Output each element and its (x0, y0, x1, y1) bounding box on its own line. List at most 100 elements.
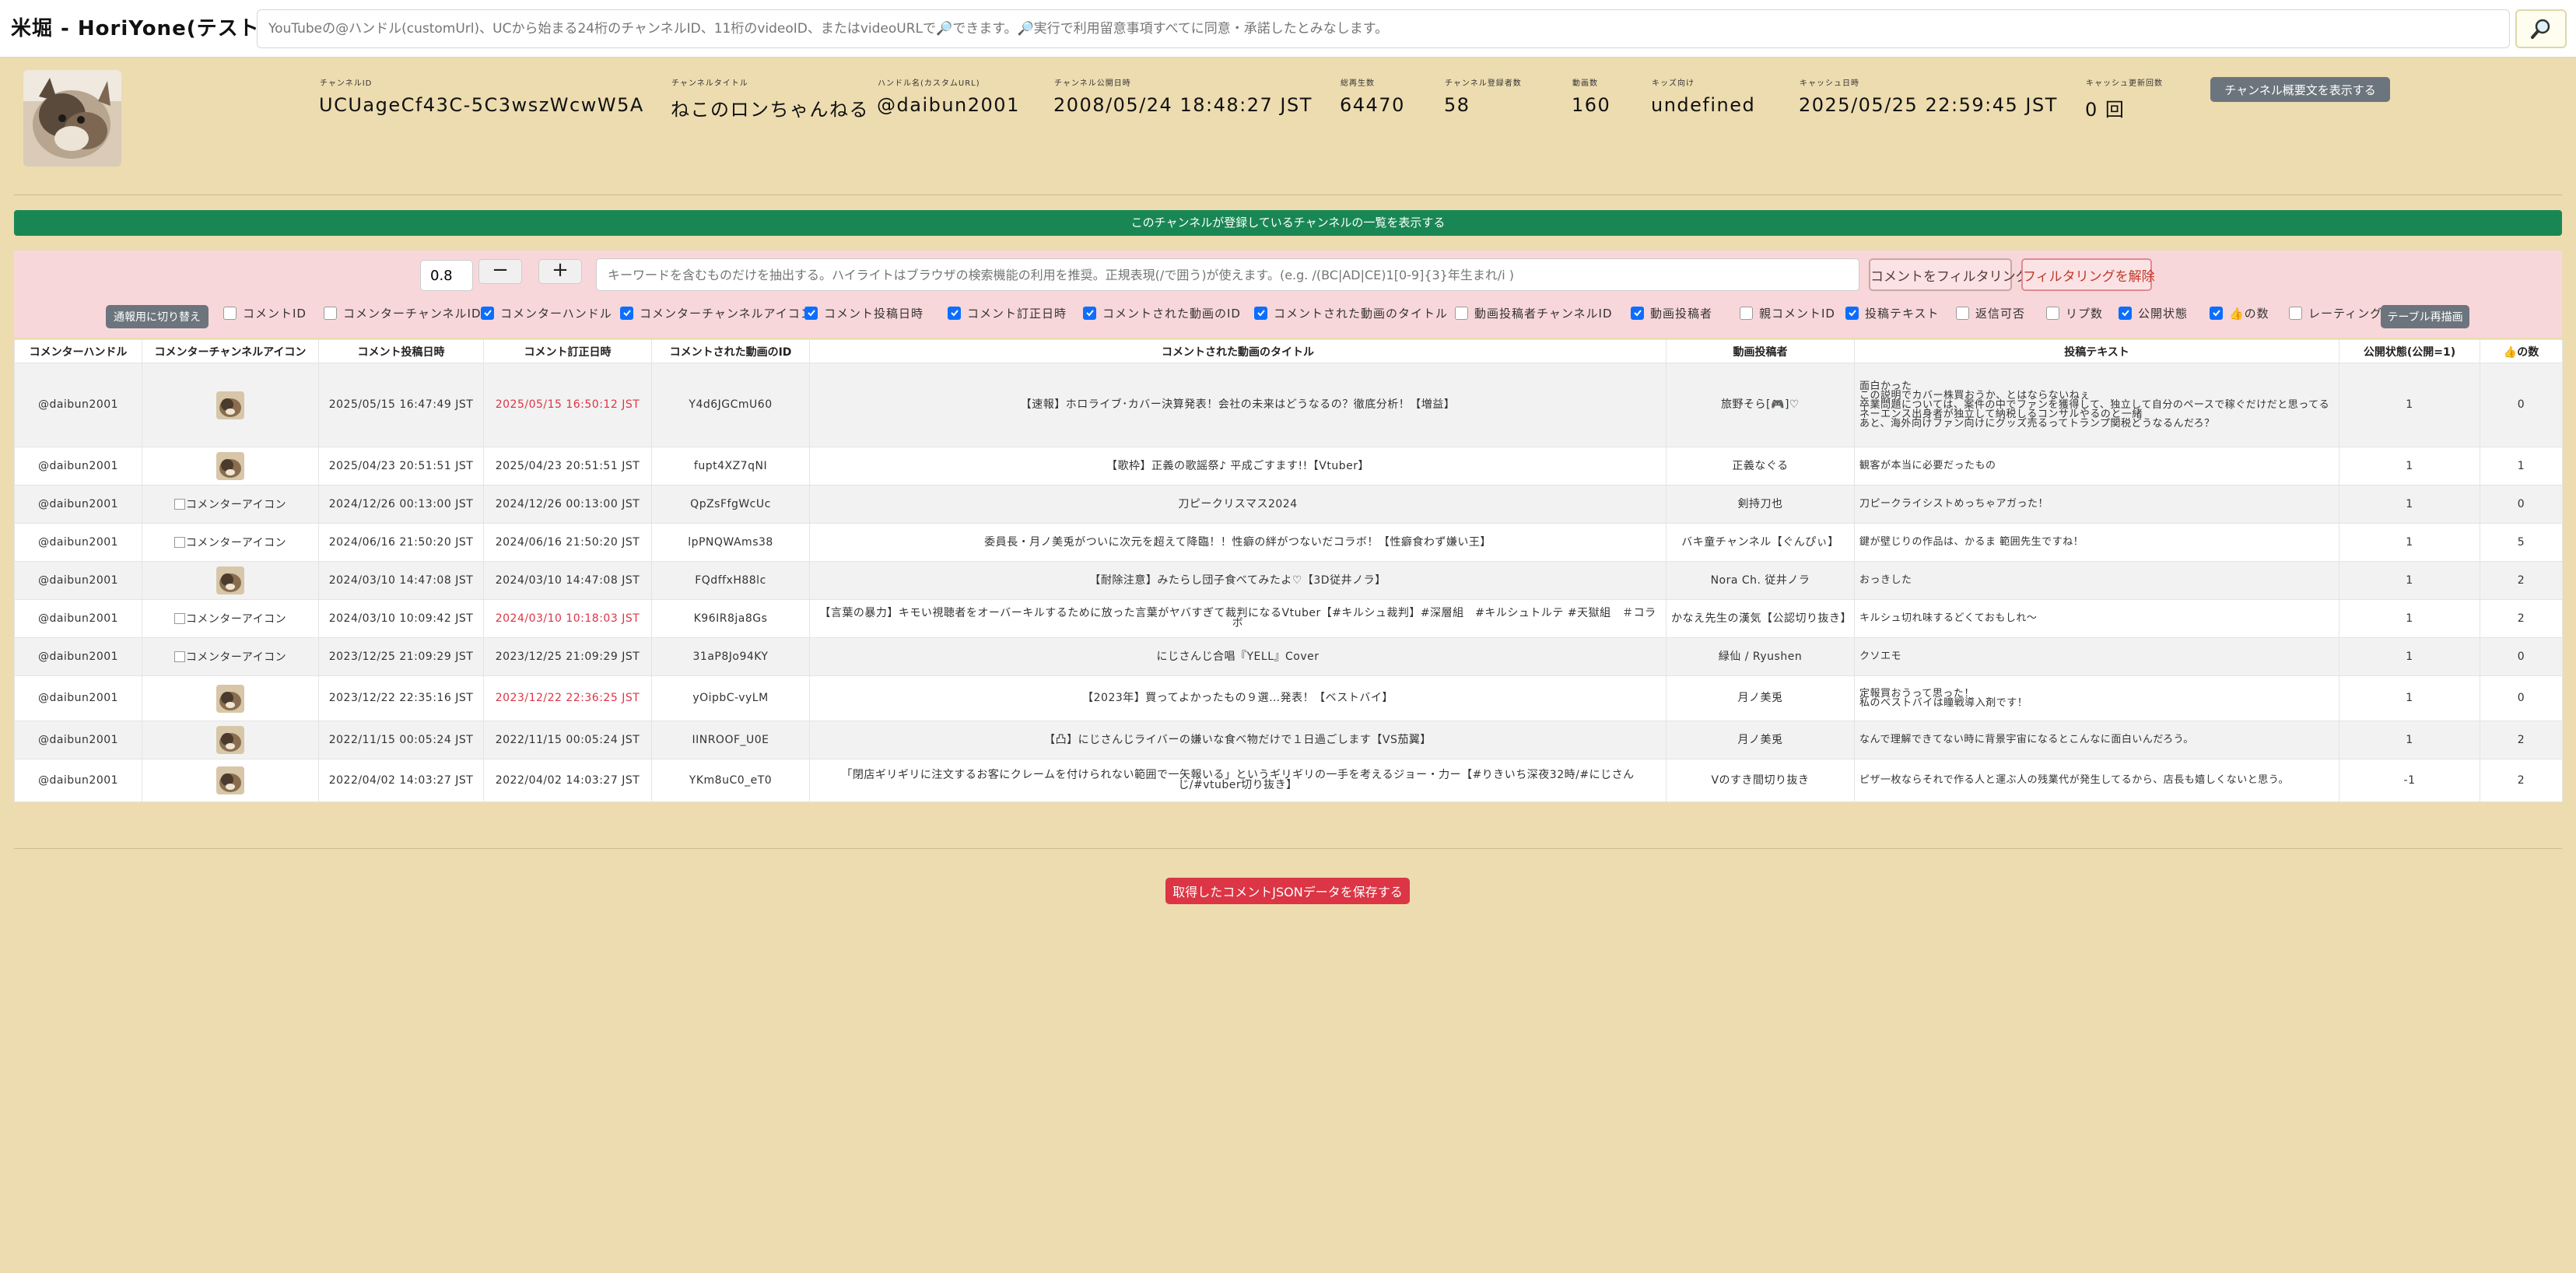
checkbox-checked[interactable] (1083, 306, 1096, 320)
column-toggle-10[interactable]: 親コメントID (1740, 305, 1835, 321)
increment-button[interactable]: + (538, 259, 582, 284)
col-header-video-title[interactable]: コメントされた動画のタイトル (809, 339, 1667, 363)
cell-icon: コメンターアイコン (142, 523, 319, 562)
cell-posted: 2024/12/26 00:13:00 JST (318, 485, 484, 524)
cell-text: キルシュ切れ味するどくておもしれ～ (1854, 599, 2339, 638)
cell-edited: 2023/12/22 22:36:25 JST (483, 675, 652, 721)
cell-edited: 2025/04/23 20:51:51 JST (483, 447, 652, 486)
handle-field: ハンドル名(カスタムURL) @daibun2001 (877, 76, 1020, 116)
cell-uploader: Nora Ch. 従井ノラ (1666, 561, 1855, 600)
column-toggle-12[interactable]: 返信可否 (1956, 305, 2025, 321)
cell-video-title: 【凸】にじさんじライバーの嫌いな食べ物だけで１日過ごします【VS茄翼】 (809, 721, 1667, 759)
col-header-uploader[interactable]: 動画投稿者 (1666, 339, 1855, 363)
cell-video-title: 【歌枠】正義の歌謡祭♪ 平成ごすます!!【Vtuber】 (809, 447, 1667, 486)
cell-handle: @daibun2001 (14, 599, 142, 638)
cell-text: ピザ一枚ならそれで作る人と運ぶ人の残業代が発生してるから、店長も嬉しくないと思う… (1854, 759, 2339, 802)
column-toggle-3[interactable]: コメンターチャンネルアイコン (620, 305, 813, 321)
column-toggle-2[interactable]: コメンターハンドル (481, 305, 612, 321)
cell-video-id: Y4d6JGCmU60 (651, 363, 810, 447)
filter-comments-button[interactable]: コメントをフィルタリング (1869, 258, 2029, 291)
column-toggle-7[interactable]: コメントされた動画のタイトル (1254, 305, 1448, 321)
column-toggle-14[interactable]: 公開状態 (2119, 305, 2188, 321)
checkbox-checked[interactable] (1631, 306, 1644, 320)
checkbox-checked[interactable] (1845, 306, 1859, 320)
col-header-icon[interactable]: コメンターチャンネルアイコン (142, 339, 319, 363)
cell-likes: 2 (2480, 599, 2563, 638)
col-header-text[interactable]: 投稿テキスト (1854, 339, 2339, 363)
redraw-table-button[interactable]: テーブル再描画 (2381, 305, 2469, 328)
column-toggle-15[interactable]: 👍の数 (2210, 305, 2269, 321)
checkbox-checked[interactable] (2210, 306, 2223, 320)
cell-handle: @daibun2001 (14, 447, 142, 486)
col-header-video-id[interactable]: コメントされた動画のID (651, 339, 810, 363)
column-toggle-11[interactable]: 投稿テキスト (1845, 305, 1940, 321)
column-toggle-5[interactable]: コメント訂正日時 (948, 305, 1067, 321)
column-toggle-0[interactable]: コメントID (223, 305, 307, 321)
subscribers-label: チャンネル登録者数 (1445, 79, 1522, 88)
cell-posted: 2025/05/15 16:47:49 JST (318, 363, 484, 447)
checkbox-checked[interactable] (948, 306, 961, 320)
checkbox-unchecked[interactable] (223, 306, 237, 320)
checkbox-checked[interactable] (620, 306, 633, 320)
cell-uploader: Vのすき間切り抜き (1666, 759, 1855, 802)
checkbox-unchecked[interactable] (1740, 306, 1753, 320)
threshold-input[interactable] (420, 260, 473, 291)
col-header-likes[interactable]: 👍の数 (2480, 339, 2563, 363)
cell-likes: 2 (2480, 561, 2563, 600)
cell-video-title: 【2023年】買ってよかったもの９選…発表！【ベストバイ】 (809, 675, 1667, 721)
checkbox-unchecked[interactable] (2046, 306, 2059, 320)
cell-video-id: FQdffxH88lc (651, 561, 810, 600)
cell-video-title: 【耐除注意】みたらし団子食べてみたよ♡【3D従井ノラ】 (809, 561, 1667, 600)
column-toggle-6[interactable]: コメントされた動画のID (1083, 305, 1241, 321)
cell-video-id: fupt4XZ7qNI (651, 447, 810, 486)
checkbox-unchecked[interactable] (1455, 306, 1468, 320)
commenter-avatar (216, 452, 244, 480)
col-header-public[interactable]: 公開状態(公開=1) (2339, 339, 2480, 363)
keyword-filter-input[interactable] (596, 258, 1859, 291)
column-toggle-label: コメンターチャンネルアイコン (640, 306, 813, 321)
checkbox-unchecked[interactable] (324, 306, 337, 320)
cell-video-title: 刀ピークリスマス2024 (809, 485, 1667, 524)
cell-uploader: 旅野そら[🎮]♡ (1666, 363, 1855, 447)
cell-video-title: 【言葉の暴力】キモい視聴者をオーバーキルするために放った言葉がヤバすぎて裁判にな… (809, 599, 1667, 638)
checkbox-unchecked[interactable] (1956, 306, 1969, 320)
search-button[interactable] (2515, 9, 2567, 48)
save-json-button[interactable]: 取得したコメントJSONデータを保存する (1165, 878, 1410, 904)
show-description-button[interactable]: チャンネル概要文を表示する (2210, 77, 2390, 102)
column-toggle-13[interactable]: リプ数 (2046, 305, 2103, 321)
channel-title-field: チャンネルタイトル ねこのロンちゃんねる (671, 76, 869, 121)
checkbox-checked[interactable] (804, 306, 818, 320)
col-header-handle[interactable]: コメンターハンドル (14, 339, 142, 363)
column-toggle-label: コメンターハンドル (500, 306, 612, 321)
cell-icon (142, 363, 319, 447)
clear-filter-button[interactable]: フィルタリングを解除 (2021, 258, 2155, 291)
kids-label: キッズ向け (1652, 79, 1695, 88)
column-toggle-label: コメンターチャンネルID (343, 306, 482, 321)
checkbox-unchecked[interactable] (2289, 306, 2302, 320)
handle-value: @daibun2001 (877, 94, 1020, 116)
channel-id-label: チャンネルID (320, 79, 373, 88)
published-field: チャンネル公開日時 2008/05/24 18:48:27 JST (1053, 76, 1313, 116)
decrement-button[interactable]: − (478, 259, 522, 284)
report-mode-toggle-button[interactable]: 通報用に切り替え (106, 305, 209, 328)
col-header-posted[interactable]: コメント投稿日時 (318, 339, 484, 363)
show-subscriptions-button[interactable]: このチャンネルが登録しているチャンネルの一覧を表示する (14, 210, 2562, 236)
commenter-avatar (216, 726, 244, 754)
cell-video-title: 委員長・月ノ美兎がついに次元を超えて降臨！！性癖の絆がつないだコラボ！【性癖食わ… (809, 523, 1667, 562)
checkbox-checked[interactable] (481, 306, 494, 320)
cell-likes: 0 (2480, 675, 2563, 721)
column-toggle-1[interactable]: コメンターチャンネルID (324, 305, 482, 321)
checkbox-checked[interactable] (2119, 306, 2132, 320)
column-toggle-9[interactable]: 動画投稿者 (1631, 305, 1712, 321)
column-toggle-4[interactable]: コメント投稿日時 (804, 305, 924, 321)
cell-handle: @daibun2001 (14, 485, 142, 524)
column-toggle-16[interactable]: レーティング (2289, 305, 2382, 321)
checkbox-checked[interactable] (1254, 306, 1267, 320)
subscribers-value: 58 (1444, 94, 1470, 116)
column-toggle-label: コメント投稿日時 (824, 306, 924, 321)
col-header-edited[interactable]: コメント訂正日時 (483, 339, 652, 363)
search-input[interactable] (257, 9, 2510, 48)
video-count-value: 160 (1572, 94, 1611, 116)
column-toggle-8[interactable]: 動画投稿者チャンネルID (1455, 305, 1613, 321)
table-row: @daibun2001 コメンターアイコン 2024/03/10 10:09:42 … (14, 599, 2563, 638)
